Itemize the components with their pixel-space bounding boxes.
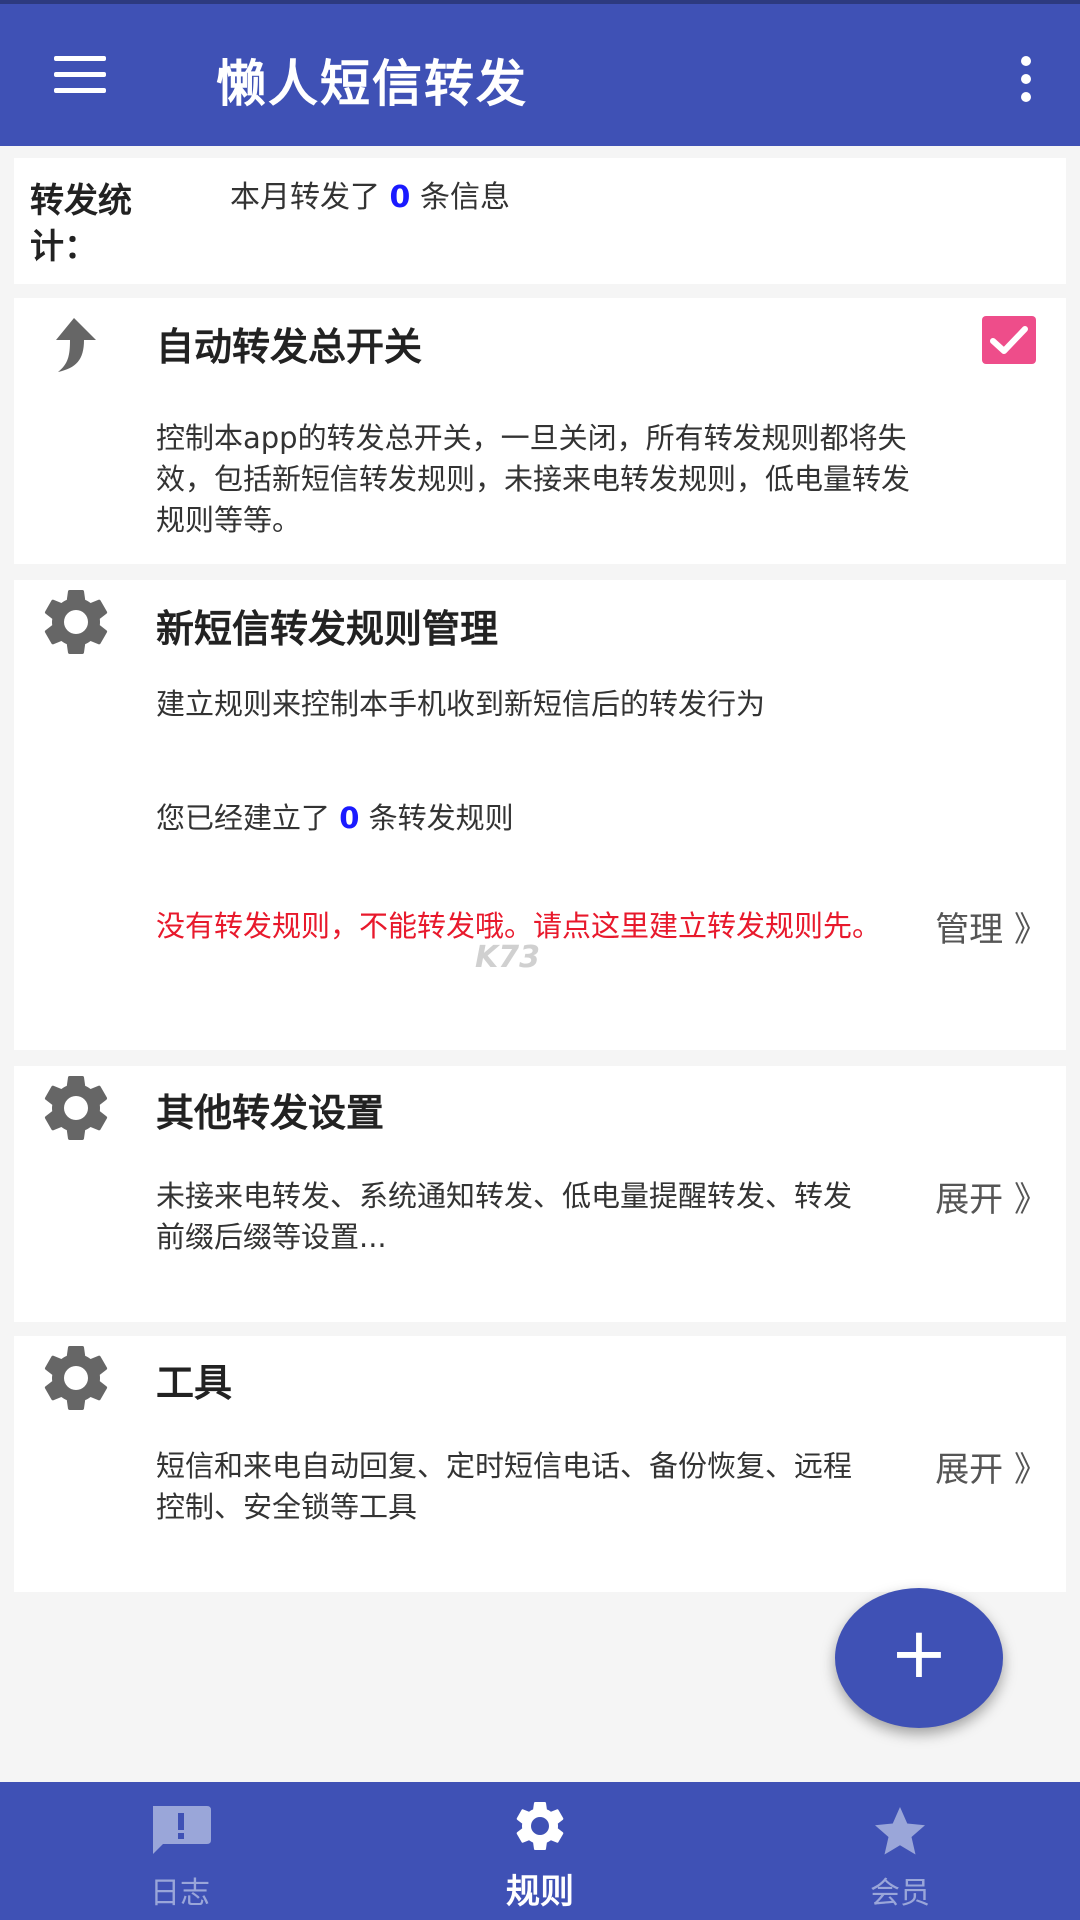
watermark: K73 — [475, 940, 540, 975]
stats-label: 转发统计： — [30, 181, 132, 267]
nav-tab-log[interactable]: 日志 — [0, 1782, 360, 1920]
other-settings-desc: 未接来电转发、系统通知转发、低电量提醒转发、转发前缀后缀等设置... — [156, 1179, 853, 1254]
menu-icon[interactable] — [44, 54, 114, 102]
gear-icon — [44, 589, 108, 654]
stats-text: 本月转发了 0 条信息 — [230, 178, 510, 218]
gear-icon — [516, 1801, 564, 1850]
nav-label-log: 日志 — [150, 1876, 210, 1911]
sms-rules-card: 新短信转发规则管理 建立规则来控制本手机收到新短信后的转发行为 您已经建立了 0… — [14, 580, 1066, 1050]
star-icon — [875, 1807, 925, 1855]
stats-count: 0 — [389, 180, 411, 215]
master-switch-desc: 控制本app的转发总开关，一旦关闭，所有转发规则都将失效，包括新短信转发规则，未… — [156, 421, 911, 537]
check-icon — [990, 326, 1028, 354]
forward-icon — [56, 318, 96, 372]
rules-count-prefix: 您已经建立了 — [156, 801, 331, 835]
gear-icon — [44, 1345, 108, 1410]
gear-icon — [44, 1075, 108, 1140]
stats-suffix: 条信息 — [419, 180, 510, 215]
nav-tab-member[interactable]: 会员 — [720, 1782, 1080, 1920]
expand-other-settings-link[interactable]: 展开 》 — [935, 1172, 1048, 1221]
feedback-icon — [153, 1806, 211, 1854]
rules-count: 0 — [339, 801, 360, 835]
app-bar: 懒人短信转发 — [0, 0, 1080, 146]
master-switch-title: 自动转发总开关 — [156, 325, 423, 369]
app-title: 懒人短信转发 — [216, 55, 528, 113]
bottom-nav: 日志 规则 会员 — [0, 1782, 1080, 1920]
master-switch-checkbox[interactable] — [982, 316, 1036, 364]
nav-label-rules: 规则 — [506, 1872, 574, 1912]
expand-tools-link[interactable]: 展开 》 — [935, 1442, 1048, 1491]
tools-title: 工具 — [156, 1361, 233, 1405]
other-settings-card: 其他转发设置 未接来电转发、系统通知转发、低电量提醒转发、转发前缀后缀等设置..… — [14, 1066, 1066, 1322]
sms-rules-desc: 建立规则来控制本手机收到新短信后的转发行为 — [156, 687, 766, 721]
more-options-icon[interactable] — [1006, 52, 1046, 108]
tools-card: 工具 短信和来电自动回复、定时短信电话、备份恢复、远程控制、安全锁等工具 展开 … — [14, 1336, 1066, 1592]
stats-card: 转发统计： 本月转发了 0 条信息 — [14, 158, 1066, 284]
master-switch-card: 自动转发总开关 控制本app的转发总开关，一旦关闭，所有转发规则都将失效，包括新… — [14, 298, 1066, 564]
manage-rules-link[interactable]: 管理 》 — [935, 902, 1048, 951]
nav-tab-rules[interactable]: 规则 — [360, 1782, 720, 1920]
nav-label-member: 会员 — [870, 1876, 930, 1911]
add-rule-fab[interactable]: + — [835, 1588, 1003, 1728]
stats-prefix: 本月转发了 — [230, 180, 380, 215]
rules-count-suffix: 条转发规则 — [368, 801, 514, 835]
sms-rules-count-line: 您已经建立了 0 条转发规则 — [156, 798, 514, 839]
tools-desc: 短信和来电自动回复、定时短信电话、备份恢复、远程控制、安全锁等工具 — [156, 1449, 853, 1524]
sms-rules-title: 新短信转发规则管理 — [156, 607, 499, 651]
other-settings-title: 其他转发设置 — [156, 1091, 385, 1135]
